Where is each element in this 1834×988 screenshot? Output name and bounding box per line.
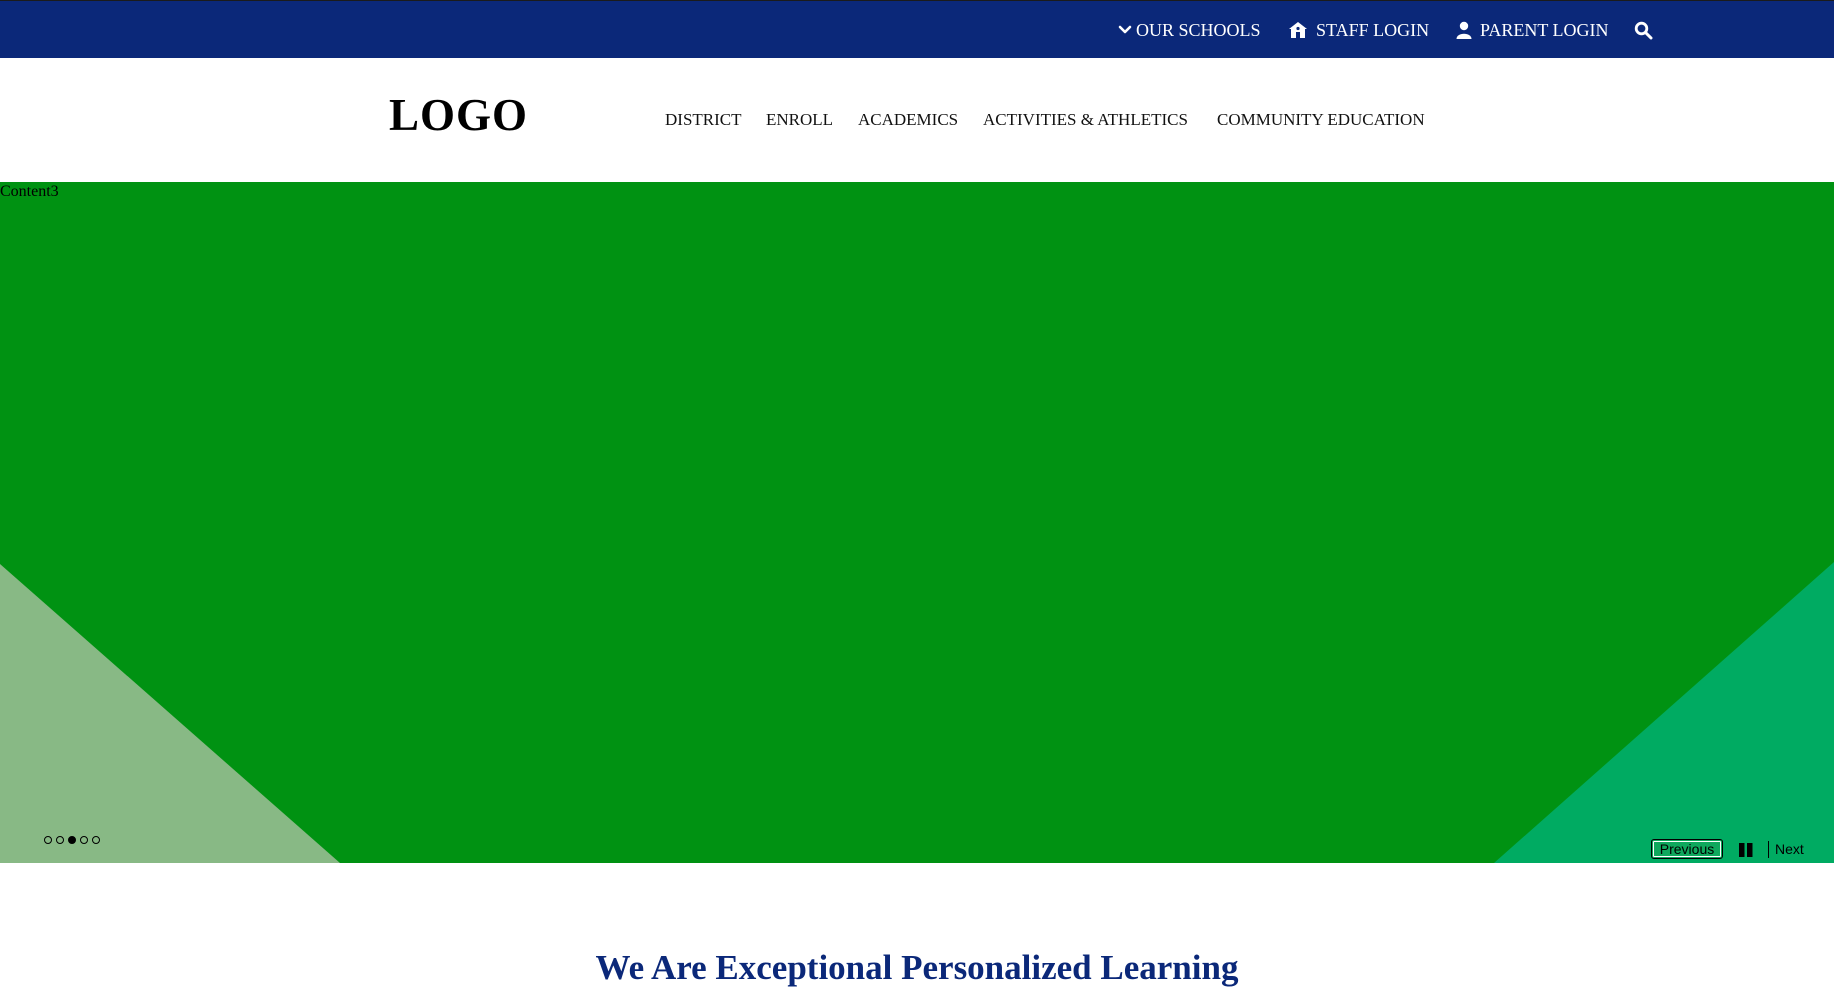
pause-icon [1739,843,1753,857]
site-logo[interactable]: LOGO [389,93,528,138]
right-triangle [1494,562,1834,863]
search-icon [1634,21,1653,39]
carousel-next-button[interactable]: Next [1775,839,1804,859]
top-utility-bar: OUR SCHOOLS STAFF LOGIN PARENT LOGIN [0,0,1834,58]
carousel-pagination [44,836,100,844]
nav-item-activities-athletics[interactable]: ACTIVITIES & ATHLETICS [983,110,1188,130]
staff-login-label: STAFF LOGIN [1316,19,1430,40]
slide-content-label: Content3 [0,183,59,200]
carousel-dot-4[interactable] [80,836,88,844]
carousel-dot-5[interactable] [92,836,100,844]
parent-login-link[interactable]: PARENT LOGIN [1456,1,1609,59]
carousel-control-divider [1768,841,1769,858]
hero-carousel: Content3 Previous Next [0,182,1834,863]
chevron-down-icon [1118,25,1132,34]
nav-item-community-education[interactable]: COMMUNITY EDUCATION [1217,110,1425,130]
school-icon [1289,22,1307,38]
search-button[interactable] [1634,1,1653,59]
nav-item-enroll[interactable]: ENROLL [766,110,833,130]
carousel-pause-button[interactable] [1738,842,1754,858]
page-headline: We Are Exceptional Personalized Learning [595,948,1239,987]
our-schools-label: OUR SCHOOLS [1136,19,1261,40]
parent-login-label: PARENT LOGIN [1480,19,1609,40]
nav-item-academics[interactable]: ACADEMICS [858,110,958,130]
hero-decoration [0,562,1834,863]
carousel-dot-1[interactable] [44,836,52,844]
nav-item-district[interactable]: DISTRICT [665,110,742,130]
left-triangle [0,564,340,863]
carousel-dot-2[interactable] [56,836,64,844]
our-schools-dropdown[interactable]: OUR SCHOOLS [1118,1,1261,59]
carousel-previous-button[interactable]: Previous [1651,839,1723,859]
staff-login-link[interactable]: STAFF LOGIN [1288,1,1429,59]
carousel-dot-3[interactable] [68,836,76,844]
user-icon [1456,21,1472,39]
